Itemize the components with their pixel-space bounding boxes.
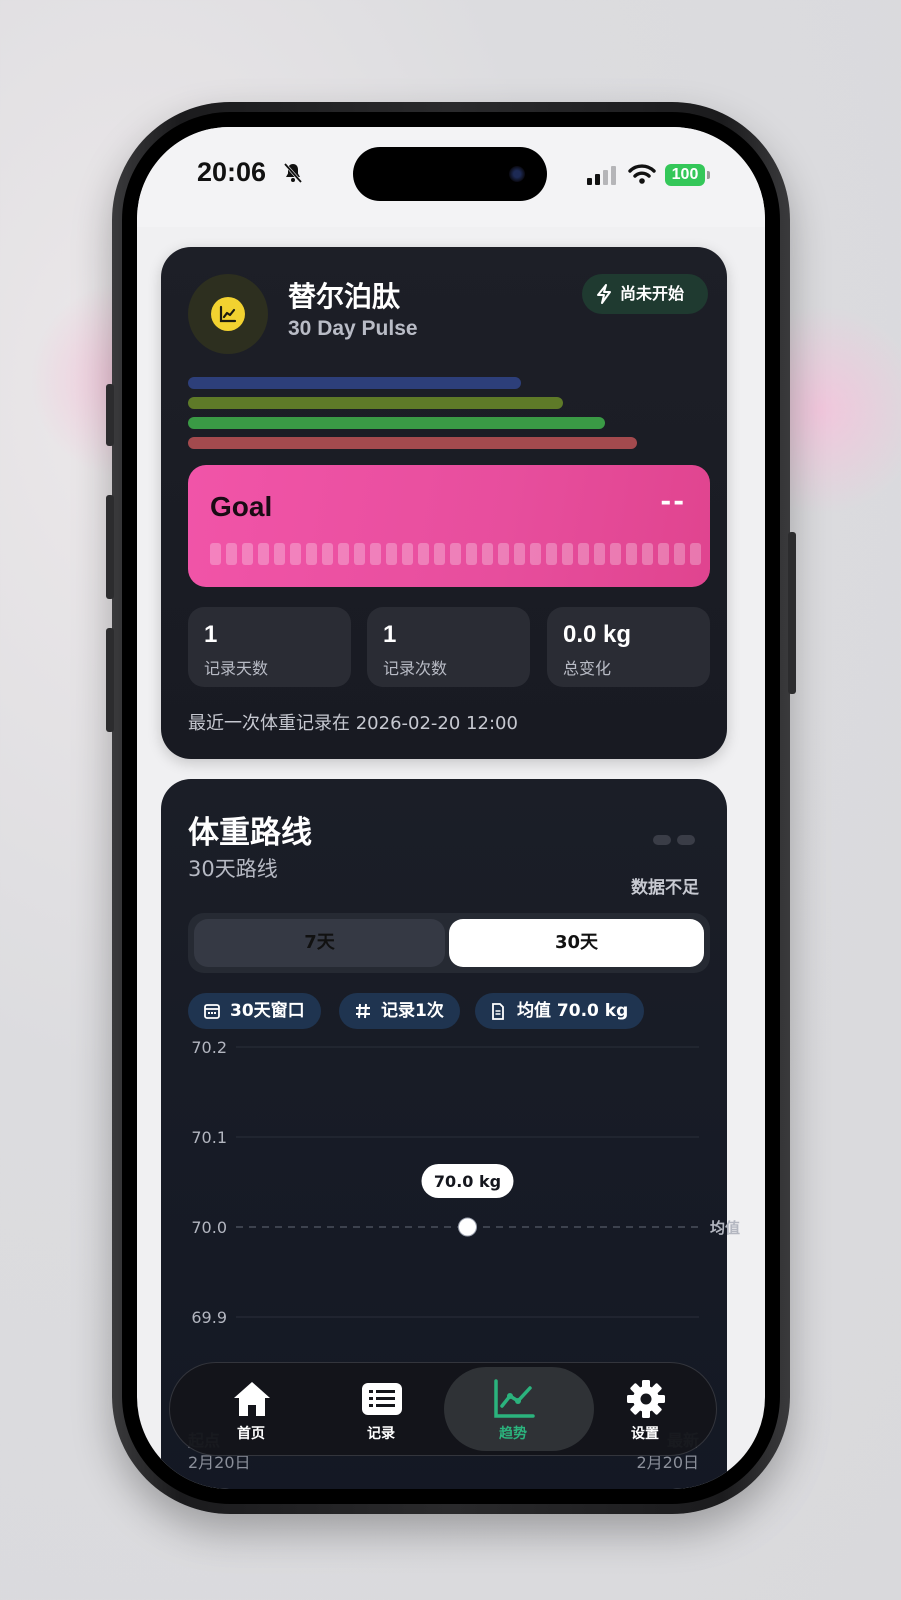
last-record-text: 最近一次体重记录在 2026-02-20 12:00 <box>188 713 518 734</box>
progress-bar-green <box>188 417 605 429</box>
range-option-7d[interactable]: 7天 <box>194 919 445 967</box>
chip-window: 30天窗口 <box>188 993 321 1029</box>
data-status-label: 数据不足 <box>631 878 699 898</box>
tab-home[interactable]: 首页 <box>190 1363 312 1457</box>
stat-value: 1 <box>383 621 397 648</box>
status-time: 20:06 <box>197 157 267 187</box>
bell-muted-icon <box>283 163 303 183</box>
peptide-title: 替尔泊肽 <box>288 280 401 313</box>
battery-indicator: 100 <box>665 164 705 186</box>
tab-label: 设置 <box>631 1426 659 1442</box>
tab-label: 趋势 <box>499 1426 527 1442</box>
more-dots-icon[interactable] <box>653 835 695 845</box>
stat-value: 1 <box>204 621 218 648</box>
status-bar: 20:06 100 <box>137 127 765 227</box>
home-icon <box>234 1382 270 1416</box>
stat-label: 记录天数 <box>204 659 269 678</box>
list-icon <box>362 1383 402 1415</box>
y-tick-label: 70.2 <box>191 1038 227 1057</box>
tab-settings[interactable]: 设置 <box>584 1363 706 1457</box>
weight-card-title: 体重路线 <box>188 815 312 851</box>
peptide-subtitle: 30 Day Pulse <box>288 317 418 340</box>
battery-tip <box>707 171 710 179</box>
status-label: 尚未开始 <box>620 284 685 303</box>
peptide-summary-card[interactable]: 替尔泊肽 30 Day Pulse 尚未开始 Goal -- 1 记录天数 1 … <box>161 247 727 759</box>
tab-records[interactable]: 记录 <box>320 1363 442 1457</box>
range-option-30d[interactable]: 30天 <box>449 919 704 967</box>
point-tooltip-label: 70.0 kg <box>434 1172 501 1191</box>
bottom-tab-bar: 首页 记录 趋势 设置 <box>169 1362 717 1456</box>
lightning-icon <box>597 284 611 304</box>
camera-icon <box>509 166 525 182</box>
action-button <box>106 384 114 446</box>
gear-icon <box>627 1380 665 1418</box>
power-button <box>788 532 796 694</box>
trend-icon <box>494 1379 535 1418</box>
app-screen: 20:06 100 替尔泊肽 30 Day Pulse 尚未开始 Goal --… <box>137 127 765 1489</box>
stat-total-change: 0.0 kg 总变化 <box>547 607 710 687</box>
weight-card-subtitle: 30天路线 <box>188 857 278 881</box>
dynamic-island <box>353 147 547 201</box>
mean-label: 均值 <box>710 1219 740 1237</box>
peptide-avatar <box>188 274 268 354</box>
calendar-icon <box>204 1004 220 1019</box>
stat-label: 记录次数 <box>383 659 448 678</box>
weight-chart: 70.2 70.1 70.0 69.9 均值 70.0 kg <box>191 1038 740 1327</box>
y-tick-label: 70.1 <box>191 1128 227 1147</box>
goal-label: Goal <box>210 491 273 522</box>
progress-bar-olive <box>188 397 563 409</box>
status-badge[interactable]: 尚未开始 <box>582 274 708 314</box>
data-point <box>458 1217 477 1237</box>
range-segmented-control[interactable]: 7天 30天 <box>188 913 710 973</box>
stat-record-days: 1 记录天数 <box>188 607 351 687</box>
stat-label: 总变化 <box>563 659 612 678</box>
document-icon <box>492 1003 504 1020</box>
chip-record-count: 记录1次 <box>339 993 460 1029</box>
wifi-icon <box>628 164 656 184</box>
signal-icon <box>587 166 616 185</box>
chip-label: 均值 70.0 kg <box>517 1001 629 1021</box>
stat-record-count: 1 记录次数 <box>367 607 530 687</box>
chip-mean: 均值 70.0 kg <box>475 993 645 1029</box>
hash-icon <box>356 1003 370 1019</box>
goal-value: -- <box>660 487 686 517</box>
tab-trends[interactable]: 趋势 <box>444 1363 594 1457</box>
progress-bar-blue <box>188 377 521 389</box>
chip-label: 记录1次 <box>381 1001 444 1021</box>
volume-up-button <box>106 495 114 599</box>
goal-card[interactable]: Goal -- <box>188 465 710 587</box>
progress-bar-red <box>188 437 637 449</box>
y-tick-label: 70.0 <box>191 1218 227 1237</box>
y-tick-label: 69.9 <box>191 1308 227 1327</box>
stat-value: 0.0 kg <box>563 621 632 648</box>
chart-line-icon <box>219 305 237 323</box>
chip-label: 30天窗口 <box>230 1001 305 1021</box>
volume-down-button <box>106 628 114 732</box>
tab-label: 记录 <box>367 1426 395 1442</box>
goal-progress-ticks <box>210 543 701 565</box>
tab-label: 首页 <box>237 1426 265 1442</box>
